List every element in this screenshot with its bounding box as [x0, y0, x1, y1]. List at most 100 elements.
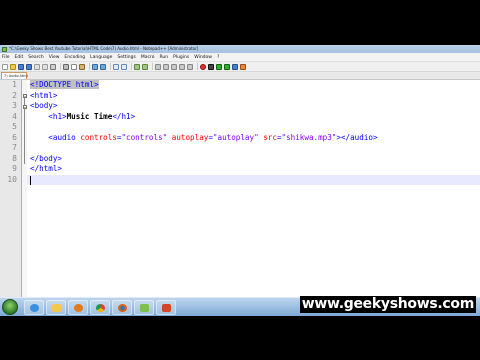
menu-run[interactable]: Run — [159, 53, 168, 62]
attr-src: src — [263, 132, 277, 142]
doctype-token: <!DOCTYPE html> — [30, 80, 99, 89]
show-all-chars-icon[interactable] — [179, 63, 185, 70]
text-caret — [30, 175, 31, 185]
close-file-icon[interactable] — [34, 63, 40, 70]
menu-view[interactable]: View — [49, 53, 60, 62]
line-number: 3 — [12, 101, 17, 110]
h1-close-tag: </h1> — [112, 111, 136, 121]
toolbar-separator — [152, 63, 153, 70]
code-line-6: <audio controls="controls" autoplay="aut… — [30, 132, 377, 144]
print-icon[interactable] — [50, 63, 56, 70]
h1-open-tag: <h1> — [48, 111, 67, 121]
toolbar-separator — [89, 63, 90, 70]
menu-plugins[interactable]: Plugins — [173, 53, 189, 62]
toolbar — [0, 62, 480, 72]
attr-controls: controls — [80, 132, 117, 142]
firefox-icon[interactable] — [112, 300, 132, 315]
sync-scroll-v-icon[interactable] — [155, 63, 161, 70]
menu-window[interactable]: Window — [194, 53, 212, 62]
sync-scroll-h-icon[interactable] — [163, 63, 169, 70]
run-macro-multiple-icon[interactable] — [224, 63, 230, 70]
line-number: 5 — [12, 122, 17, 131]
indent-guide-icon[interactable] — [187, 63, 193, 70]
letterbox-bottom — [0, 316, 480, 360]
value-controls: "controls" — [121, 132, 168, 142]
menu-search[interactable]: Search — [28, 53, 43, 62]
toolbar-separator — [131, 63, 132, 70]
new-file-icon[interactable] — [2, 63, 8, 70]
website-watermark: www.geekyshows.com — [299, 296, 476, 313]
open-file-icon[interactable] — [10, 63, 16, 70]
start-button-icon[interactable] — [2, 299, 18, 315]
html-open-tag: <html> — [30, 90, 58, 100]
undo-icon[interactable] — [92, 63, 98, 70]
save-macro-icon[interactable] — [232, 63, 238, 70]
save-icon[interactable] — [18, 63, 24, 70]
save-all-icon[interactable] — [26, 63, 32, 70]
menu-encoding[interactable]: Encoding — [64, 53, 85, 62]
code-line-8: </body> — [30, 154, 62, 165]
code-line-4: <h1>Music Time</h1> — [30, 112, 135, 123]
powerpoint-icon[interactable] — [156, 300, 176, 315]
notepadpp-app-icon — [2, 46, 7, 52]
attr-autoplay: autoplay — [171, 132, 209, 142]
toolbar-separator — [60, 63, 61, 70]
code-line-9: </html> — [30, 164, 62, 175]
code-line-3: <body> — [30, 101, 57, 112]
menu-settings[interactable]: Settings — [117, 53, 135, 62]
current-line-highlight — [27, 174, 480, 185]
body-open-tag: <body> — [30, 101, 58, 110]
replace-icon[interactable] — [121, 63, 127, 70]
line-number: 7 — [12, 143, 17, 152]
line-number: 8 — [12, 153, 17, 163]
tab-audio-html[interactable]: 7) Audio.html — [1, 72, 28, 79]
code-line-2: <html> — [30, 91, 57, 102]
zoom-out-icon[interactable] — [142, 63, 148, 70]
html-close-tag: </html> — [30, 164, 63, 173]
tab-bar: 7) Audio.html — [0, 72, 480, 80]
body-close-tag: </body> — [30, 153, 63, 163]
launch-in-browser-icon[interactable] — [240, 63, 246, 70]
copy-icon[interactable] — [71, 63, 77, 70]
paste-icon[interactable] — [79, 63, 85, 70]
find-icon[interactable] — [113, 63, 119, 70]
code-editor[interactable]: 1 2 3 4 5 6 7 8 9 10 − − <!DOCTYPE html>… — [0, 80, 480, 298]
redo-icon[interactable] — [100, 63, 106, 70]
chrome-icon[interactable] — [90, 300, 110, 315]
value-autoplay: "autoplay" — [212, 132, 259, 142]
fold-minus-icon[interactable]: − — [22, 104, 27, 109]
cut-icon[interactable] — [63, 63, 69, 70]
line-number: 2 — [12, 90, 17, 100]
menu-bar: File Edit Search View Encoding Language … — [0, 53, 480, 62]
ie-icon[interactable] — [24, 300, 44, 315]
close-all-icon[interactable] — [42, 63, 48, 70]
audio-open-tag: <audio — [48, 132, 81, 142]
code-line-1: <!DOCTYPE html> — [30, 80, 99, 91]
line-number: 10 — [7, 174, 17, 184]
notepadpp-window: *C:\Geeky Shows Best Youtube Tutorial\HT… — [0, 45, 480, 316]
toolbar-separator — [197, 63, 198, 70]
line-number: 6 — [12, 132, 17, 142]
record-macro-icon[interactable] — [200, 63, 206, 70]
explorer-icon[interactable] — [46, 300, 66, 315]
menu-language[interactable]: Language — [90, 53, 112, 62]
line-number: 4 — [12, 111, 17, 121]
line-number-gutter: 1 2 3 4 5 6 7 8 9 10 — [0, 80, 22, 298]
menu-edit[interactable]: Edit — [15, 53, 24, 62]
line-number: 1 — [12, 80, 17, 89]
letterbox-top — [0, 0, 480, 45]
word-wrap-icon[interactable] — [171, 63, 177, 70]
playback-icon[interactable] — [216, 63, 222, 70]
tab-label: 7) Audio.html — [4, 74, 28, 78]
line-number: 9 — [12, 164, 17, 173]
zoom-in-icon[interactable] — [134, 63, 140, 70]
menu-help[interactable]: ? — [217, 53, 219, 62]
value-src: "shikwa.mp3" — [281, 132, 337, 142]
notepadpp-icon[interactable] — [134, 300, 154, 315]
media-player-icon[interactable] — [68, 300, 88, 315]
menu-macro[interactable]: Macro — [141, 53, 155, 62]
stop-record-icon[interactable] — [208, 63, 214, 70]
menu-file[interactable]: File — [2, 53, 10, 62]
